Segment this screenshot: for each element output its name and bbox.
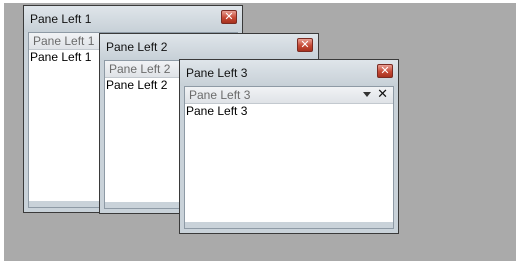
window-title-bar[interactable]: Pane Left 1 ✕ (24, 6, 242, 32)
window-title: Pane Left 3 (186, 66, 248, 80)
pane-close-icon[interactable]: ✕ (377, 86, 388, 102)
pane-header-title: Pane Left 3 (189, 88, 251, 102)
window-title-bar[interactable]: Pane Left 3 ✕ (180, 60, 398, 86)
pane-header-title: Pane Left 1 (33, 34, 95, 48)
pane-content-text: Pane Left 1 (30, 50, 92, 64)
floating-window-pane-left-3[interactable]: Pane Left 3 ✕ Pane Left 3 ✕ Pane Left 3 (179, 59, 399, 234)
window-title: Pane Left 1 (30, 12, 92, 26)
window-bottom-border (185, 222, 393, 228)
close-icon[interactable]: ✕ (377, 64, 393, 78)
close-icon[interactable]: ✕ (221, 10, 237, 24)
pane-container: Pane Left 3 ✕ Pane Left 3 (184, 86, 394, 229)
pane-content-text: Pane Left 2 (106, 78, 168, 92)
window-title-bar[interactable]: Pane Left 2 ✕ (100, 34, 318, 60)
desktop-area: Pane Left 1 ✕ Pane Left 1 Pane Left 1 Pa… (4, 3, 516, 261)
window-title: Pane Left 2 (106, 40, 168, 54)
chevron-down-icon[interactable] (363, 92, 371, 97)
pane-header-title: Pane Left 2 (109, 62, 171, 76)
close-icon[interactable]: ✕ (297, 38, 313, 52)
pane-header[interactable]: Pane Left 3 ✕ (185, 86, 393, 104)
pane-content-text: Pane Left 3 (186, 104, 248, 118)
